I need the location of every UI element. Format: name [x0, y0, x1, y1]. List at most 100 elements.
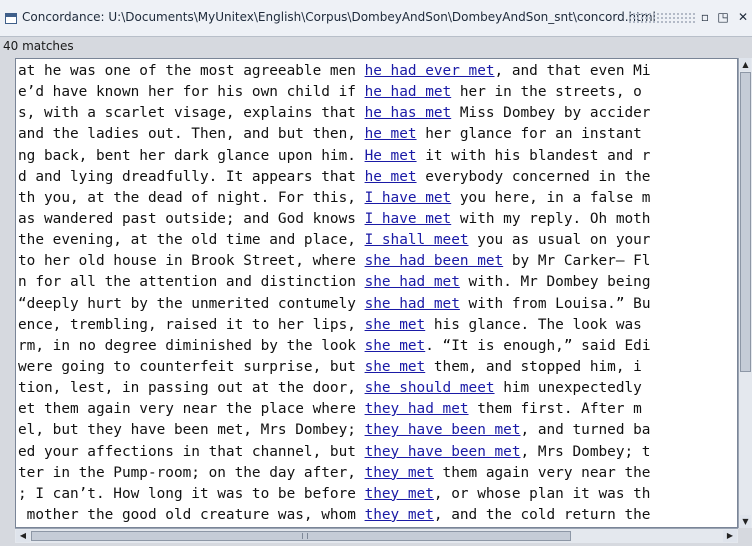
vertical-scrollbar[interactable]: ▲ ▼	[738, 58, 752, 528]
left-context: ter in the Pump-room; on the day after,	[18, 464, 365, 481]
left-context: et them again very near the place where	[18, 401, 365, 418]
concordance-line: d and lying dreadfully. It appears that …	[18, 167, 650, 188]
match-link[interactable]: they met	[365, 507, 434, 523]
scroll-down-arrow-icon[interactable]: ▼	[740, 515, 751, 528]
match-link[interactable]: he met	[365, 126, 417, 142]
close-button[interactable]: ✕	[736, 10, 750, 24]
left-context: and the ladies out. Then, and but then,	[18, 126, 365, 143]
left-context: mother the good old creature was, whom	[18, 506, 365, 523]
right-context: you here, in a false m	[451, 189, 651, 206]
right-context: you as usual on your	[468, 232, 651, 249]
window-title: Concordance: U:\Documents\MyUnitex\Engli…	[22, 10, 656, 24]
concordance-line: s, with a scarlet visage, explains that …	[18, 103, 650, 124]
match-link[interactable]: he has met	[365, 105, 452, 121]
right-context: , and turned ba	[520, 422, 651, 439]
concordance-text-area[interactable]: at he was one of the most agreeable men …	[15, 58, 738, 528]
right-context: him unexpectedly	[494, 380, 642, 397]
scroll-left-arrow-icon[interactable]: ◀	[16, 530, 30, 542]
left-context: el, but they have been met, Mrs Dombey;	[18, 422, 365, 439]
match-link[interactable]: I have met	[365, 211, 452, 227]
match-link[interactable]: she had been met	[365, 253, 504, 269]
right-context: her in the streets, o	[451, 84, 642, 101]
left-context: d and lying dreadfully. It appears that	[18, 168, 365, 185]
right-context: Miss Dombey by accider	[451, 105, 651, 122]
left-margin	[0, 58, 15, 546]
right-context: , Mrs Dombey; t	[520, 443, 651, 460]
scroll-up-arrow-icon[interactable]: ▲	[740, 58, 751, 71]
match-link[interactable]: He met	[365, 148, 417, 164]
minimize-button[interactable]: ▫	[698, 10, 712, 24]
match-link[interactable]: I shall meet	[365, 232, 469, 248]
scroll-right-arrow-icon[interactable]: ▶	[723, 530, 737, 542]
right-context: them first. After m	[468, 401, 642, 418]
right-context: . “It is enough,” said Edi	[425, 337, 651, 354]
left-context: e’d have known her for his own child if	[18, 84, 365, 101]
right-context: with from Louisa.” Bu	[459, 295, 651, 312]
left-context: ; I can’t. How long it was to be before	[18, 485, 365, 502]
concordance-line: tion, lest, in passing out at the door, …	[18, 378, 650, 399]
match-link[interactable]: she met	[365, 359, 426, 375]
right-context: with. Mr Dombey being	[459, 274, 651, 291]
match-link[interactable]: they met	[365, 465, 434, 481]
right-context: them, and stopped him, i	[425, 358, 642, 375]
right-context: , or whose plan it was th	[433, 485, 651, 502]
match-link[interactable]: she should meet	[365, 380, 495, 396]
match-link[interactable]: he had met	[365, 84, 452, 100]
match-link[interactable]: he met	[365, 169, 417, 185]
left-context: as wandered past outside; and God knows	[18, 210, 365, 227]
right-context: everybody concerned in the	[416, 168, 651, 185]
window-icon	[5, 13, 17, 24]
horizontal-scrollbar[interactable]: ◀ ▶	[15, 528, 738, 543]
title-bar-grip[interactable]	[628, 12, 696, 24]
right-context: her glance for an instant	[416, 126, 642, 143]
concordance-line: n for all the attention and distinction …	[18, 272, 650, 293]
concordance-line: mother the good old creature was, whom t…	[18, 505, 651, 526]
concordance-line: to her old house in Brook Street, where …	[18, 251, 650, 272]
concordance-lines: at he was one of the most agreeable men …	[18, 61, 651, 527]
left-context: th you, at the dead of night. For this,	[18, 189, 365, 206]
concordance-line: as wandered past outside; and God knows …	[18, 209, 650, 230]
concordance-line: et them again very near the place where …	[18, 399, 650, 420]
match-link[interactable]: she met	[365, 317, 426, 333]
match-link[interactable]: they met	[365, 486, 434, 502]
match-link[interactable]: she had met	[365, 274, 460, 290]
right-context: them again very near the	[433, 464, 651, 481]
match-link[interactable]: he had ever met	[365, 63, 495, 79]
concordance-line: ; I can’t. How long it was to be before …	[18, 484, 650, 505]
match-link[interactable]: she met	[365, 338, 426, 354]
concordance-line: rm, in no degree diminished by the look …	[18, 336, 650, 357]
concordance-line: th you, at the dead of night. For this, …	[18, 188, 650, 209]
left-context: s, with a scarlet visage, explains that	[18, 105, 365, 122]
match-link[interactable]: they had met	[365, 401, 469, 417]
right-context: , and the cold return the	[433, 506, 651, 523]
left-context: tion, lest, in passing out at the door,	[18, 380, 365, 397]
left-context: were going to counterfeit surprise, but	[18, 358, 365, 375]
scroll-thumb-grip	[302, 533, 308, 539]
concordance-line: e’d have known her for his own child if …	[18, 82, 650, 103]
match-count-label: 40 matches	[3, 39, 74, 53]
right-context: by Mr Carker— Fl	[503, 253, 651, 270]
concordance-line: “deeply hurt by the unmerited contumely …	[18, 294, 650, 315]
match-link[interactable]: I have met	[365, 190, 452, 206]
left-context: to her old house in Brook Street, where	[18, 253, 365, 270]
concordance-line: ng back, bent her dark glance upon him. …	[18, 146, 650, 167]
title-bar: Concordance: U:\Documents\MyUnitex\Engli…	[0, 0, 752, 37]
right-context: his glance. The look was	[425, 316, 642, 333]
left-context: n for all the attention and distinction	[18, 274, 365, 291]
right-context: it with his blandest and r	[416, 147, 651, 164]
concordance-line: the evening, at the old time and place, …	[18, 230, 650, 251]
left-context: ence, trembling, raised it to her lips,	[18, 316, 365, 333]
concordance-line: at he was one of the most agreeable men …	[18, 61, 650, 82]
maximize-button[interactable]: ◳	[716, 10, 730, 24]
match-link[interactable]: they have been met	[365, 422, 521, 438]
concordance-line: and the ladies out. Then, and but then, …	[18, 124, 650, 145]
horizontal-scroll-thumb[interactable]	[31, 531, 571, 541]
concordance-line: el, but they have been met, Mrs Dombey; …	[18, 420, 650, 441]
concordance-line: ter in the Pump-room; on the day after, …	[18, 463, 650, 484]
match-link[interactable]: they have been met	[365, 444, 521, 460]
match-count-bar: 40 matches	[0, 38, 752, 56]
match-link[interactable]: she had met	[365, 296, 460, 312]
vertical-scroll-thumb[interactable]	[740, 72, 751, 372]
right-context: , and that even Mi	[494, 63, 651, 79]
left-context: ed your affections in that channel, but	[18, 443, 365, 460]
